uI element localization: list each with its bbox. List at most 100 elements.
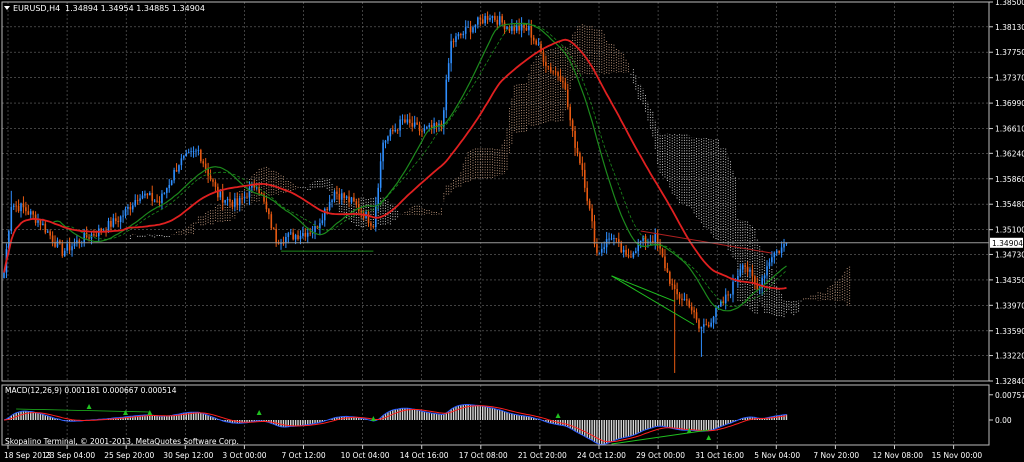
candle-body <box>535 40 537 45</box>
candle-body <box>554 71 557 73</box>
candle-body <box>202 161 205 164</box>
chart-canvas[interactable]: 1.38500 1.38130 1.37750 1.37370 1.36990 1.366… <box>0 0 1024 462</box>
candle-body <box>484 16 486 24</box>
candle-body <box>771 257 773 263</box>
candle-body <box>571 120 574 131</box>
candle-body <box>168 184 171 189</box>
candle-body <box>382 142 384 162</box>
candle-body <box>200 150 202 162</box>
candle-body <box>270 214 273 229</box>
time-tick-label: 24 Oct 12:00 <box>577 451 626 460</box>
candle-body <box>141 195 144 199</box>
candle-body <box>139 198 141 201</box>
candle-body <box>12 205 15 207</box>
candle-body <box>661 248 664 257</box>
candle-body <box>566 89 569 107</box>
candle-body <box>268 209 270 215</box>
candle-body <box>681 298 683 301</box>
time-tick-label: 31 Oct 16:00 <box>695 451 744 460</box>
candle-body <box>287 233 290 237</box>
candle-body <box>243 196 246 199</box>
candle-body <box>583 169 586 188</box>
candle-body <box>340 193 343 200</box>
candle-body <box>331 200 333 202</box>
candle-body <box>110 220 112 227</box>
candle-body <box>724 294 727 304</box>
candle-body <box>275 228 277 244</box>
candle-body <box>122 215 124 217</box>
candle-body <box>549 67 552 72</box>
candle-body <box>204 163 207 169</box>
candle-body <box>715 307 717 317</box>
candle-body <box>775 250 778 253</box>
candle-body <box>632 253 635 258</box>
candle-body <box>426 126 428 129</box>
candle-body <box>389 129 392 137</box>
candle-body <box>25 207 27 212</box>
candle-body <box>158 201 161 203</box>
candle-body <box>29 211 32 215</box>
candle-body <box>314 225 316 232</box>
candle-body <box>450 41 452 64</box>
candle-body <box>413 122 416 127</box>
macd-divergence-line <box>16 408 150 413</box>
candle-body <box>666 268 669 272</box>
candle-body <box>343 193 345 199</box>
candle-body <box>321 220 324 224</box>
candle-body <box>258 187 260 194</box>
candle-body <box>562 80 564 83</box>
ohlc-label: 1.34894 1.34954 1.34885 1.34904 <box>65 4 205 13</box>
candle-body <box>778 250 780 253</box>
candle-body <box>272 228 275 230</box>
candle-body <box>93 234 95 236</box>
candle-body <box>212 179 214 182</box>
candle-body <box>56 240 59 247</box>
candle-body <box>416 122 418 125</box>
time-tick-label: 14 Oct 16:00 <box>400 451 449 460</box>
candle-body <box>265 201 268 210</box>
candle-body <box>656 233 659 244</box>
candle-body <box>600 248 603 253</box>
time-tick-label: 7 Nov 20:00 <box>813 451 859 460</box>
candle-body <box>763 275 766 279</box>
candle-body <box>423 128 426 132</box>
candle-body <box>746 266 749 272</box>
candle-body <box>229 198 231 202</box>
moving-averages <box>3 22 787 312</box>
price-tick-label: 1.33970 <box>995 301 1024 310</box>
dropdown-arrow-icon[interactable] <box>4 6 10 10</box>
candle-body <box>783 244 785 248</box>
candle-body <box>367 212 370 224</box>
candle-body <box>42 223 44 226</box>
candle-body <box>372 225 375 228</box>
candle-body <box>326 208 328 210</box>
candle-body <box>547 65 550 68</box>
candle-body <box>780 247 783 253</box>
candle-body <box>581 163 584 170</box>
price-tick-label: 1.34730 <box>995 250 1024 259</box>
candle-body <box>462 33 465 36</box>
candle-body <box>552 71 554 73</box>
time-tick-label: 15 Nov 00:00 <box>932 451 983 460</box>
candle-body <box>66 243 68 251</box>
macd-tick-label: 0.00757 <box>995 391 1024 400</box>
candle-body <box>114 218 117 222</box>
candle-body <box>586 187 588 201</box>
candle-body <box>285 236 287 244</box>
candle-body <box>333 191 336 201</box>
candle-body <box>608 238 610 240</box>
candle-body <box>678 294 681 299</box>
candle-body <box>224 200 226 203</box>
candle-body <box>71 246 73 251</box>
candle-body <box>479 17 482 20</box>
candle-body <box>73 243 76 247</box>
price-tick-label: 1.35100 <box>995 226 1024 235</box>
buy-arrow-icon <box>555 413 561 418</box>
candle-body <box>248 187 251 198</box>
candle-body <box>95 235 98 237</box>
price-axis: 1.38500 1.38130 1.37750 1.37370 1.36990 1.366… <box>989 0 1024 386</box>
candle-body <box>741 265 744 270</box>
candle-body <box>170 180 173 185</box>
candle-body <box>219 191 222 198</box>
time-tick-label: 29 Oct 00:00 <box>636 451 685 460</box>
